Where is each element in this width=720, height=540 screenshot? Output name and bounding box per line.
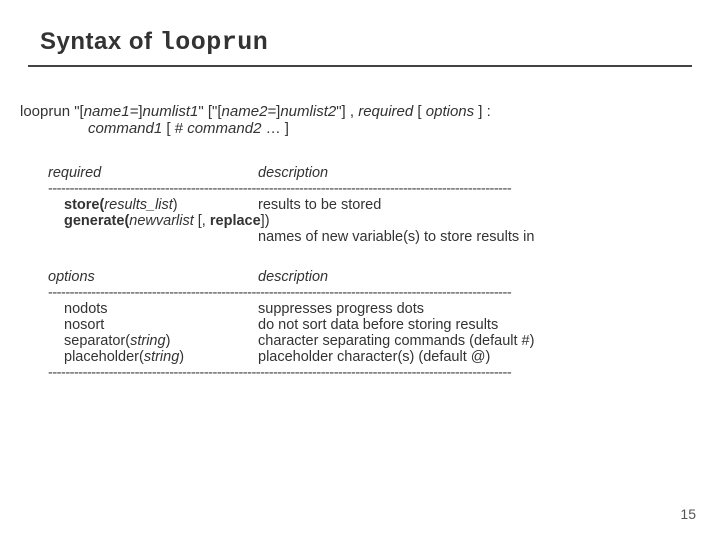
- tok: … ]: [261, 120, 289, 137]
- tok: ]): [261, 213, 270, 229]
- tok: numlist2: [280, 103, 336, 120]
- tok: name1=: [84, 103, 139, 120]
- tok: options: [426, 103, 474, 120]
- tok: "[: [74, 103, 84, 120]
- table-row: nosort do not sort data before storing r…: [64, 317, 692, 333]
- tok: [: [413, 103, 426, 120]
- tok: string: [130, 333, 165, 349]
- header-right: description: [258, 165, 328, 181]
- tok: string: [144, 349, 179, 365]
- option-name: placeholder(string): [64, 349, 258, 365]
- divider-dashes: ----------------------------------------…: [48, 365, 698, 381]
- tok: name2=: [222, 103, 277, 120]
- option-desc: placeholder character(s) (default @): [258, 349, 490, 365]
- tok: command1: [88, 120, 162, 137]
- tok: ): [166, 333, 171, 349]
- header-right: description: [258, 269, 328, 285]
- option-desc: do not sort data before storing results: [258, 317, 498, 333]
- tok: [ #: [162, 120, 187, 137]
- tok: required: [358, 103, 413, 120]
- table-header: required description: [48, 165, 692, 181]
- option-name: separator(string): [64, 333, 258, 349]
- tok: ): [179, 349, 184, 365]
- tok: [,: [194, 213, 210, 229]
- tok: newvarlist: [129, 213, 193, 229]
- divider-dashes: ----------------------------------------…: [48, 285, 698, 301]
- tok: "] ,: [336, 103, 358, 120]
- tok: looprun: [20, 103, 74, 120]
- tok: command2: [187, 120, 261, 137]
- tok: results_list: [104, 197, 173, 213]
- header-left: options: [48, 269, 258, 285]
- table-row: generate(newvarlist [, replace]): [64, 213, 692, 229]
- title-rule: [28, 65, 692, 67]
- table-row: nodots suppresses progress dots: [64, 301, 692, 317]
- tok: ": [198, 103, 208, 120]
- page-number: 15: [680, 506, 696, 522]
- tok: placeholder(: [64, 349, 144, 365]
- required-block: required description -------------------…: [48, 165, 692, 245]
- option-desc: character separating commands (default #…: [258, 333, 534, 349]
- tok: store(: [64, 197, 104, 213]
- option-name: nodots: [64, 301, 258, 317]
- table-row: separator(string) character separating c…: [64, 333, 692, 349]
- page-title: Syntax of looprun: [40, 28, 692, 57]
- syntax-line: looprun "[name1=]numlist1" ["[name2=]num…: [20, 103, 692, 137]
- tok: ] :: [474, 103, 491, 120]
- table-row: store(results_list) results to be stored: [64, 197, 692, 213]
- tok: ["[: [208, 103, 222, 120]
- tok: separator(: [64, 333, 130, 349]
- title-command: looprun: [160, 28, 269, 57]
- syntax-line-1: looprun "[name1=]numlist1" ["[name2=]num…: [20, 103, 692, 120]
- option-name: nosort: [64, 317, 258, 333]
- syntax-line-2: command1 [ # command2 … ]: [88, 120, 692, 137]
- option-desc: names of new variable(s) to store result…: [258, 229, 692, 245]
- table-row: placeholder(string) placeholder characte…: [64, 349, 692, 365]
- tok: numlist1: [143, 103, 199, 120]
- option-desc: suppresses progress dots: [258, 301, 424, 317]
- tok: generate(: [64, 213, 129, 229]
- option-name: store(results_list): [64, 197, 258, 213]
- tok: replace: [210, 213, 261, 229]
- title-text: Syntax of: [40, 28, 160, 55]
- tok: ): [173, 197, 178, 213]
- divider-dashes: ----------------------------------------…: [48, 181, 698, 197]
- table-header: options description: [48, 269, 692, 285]
- option-desc: results to be stored: [258, 197, 381, 213]
- options-block: options description --------------------…: [48, 269, 692, 381]
- header-left: required: [48, 165, 258, 181]
